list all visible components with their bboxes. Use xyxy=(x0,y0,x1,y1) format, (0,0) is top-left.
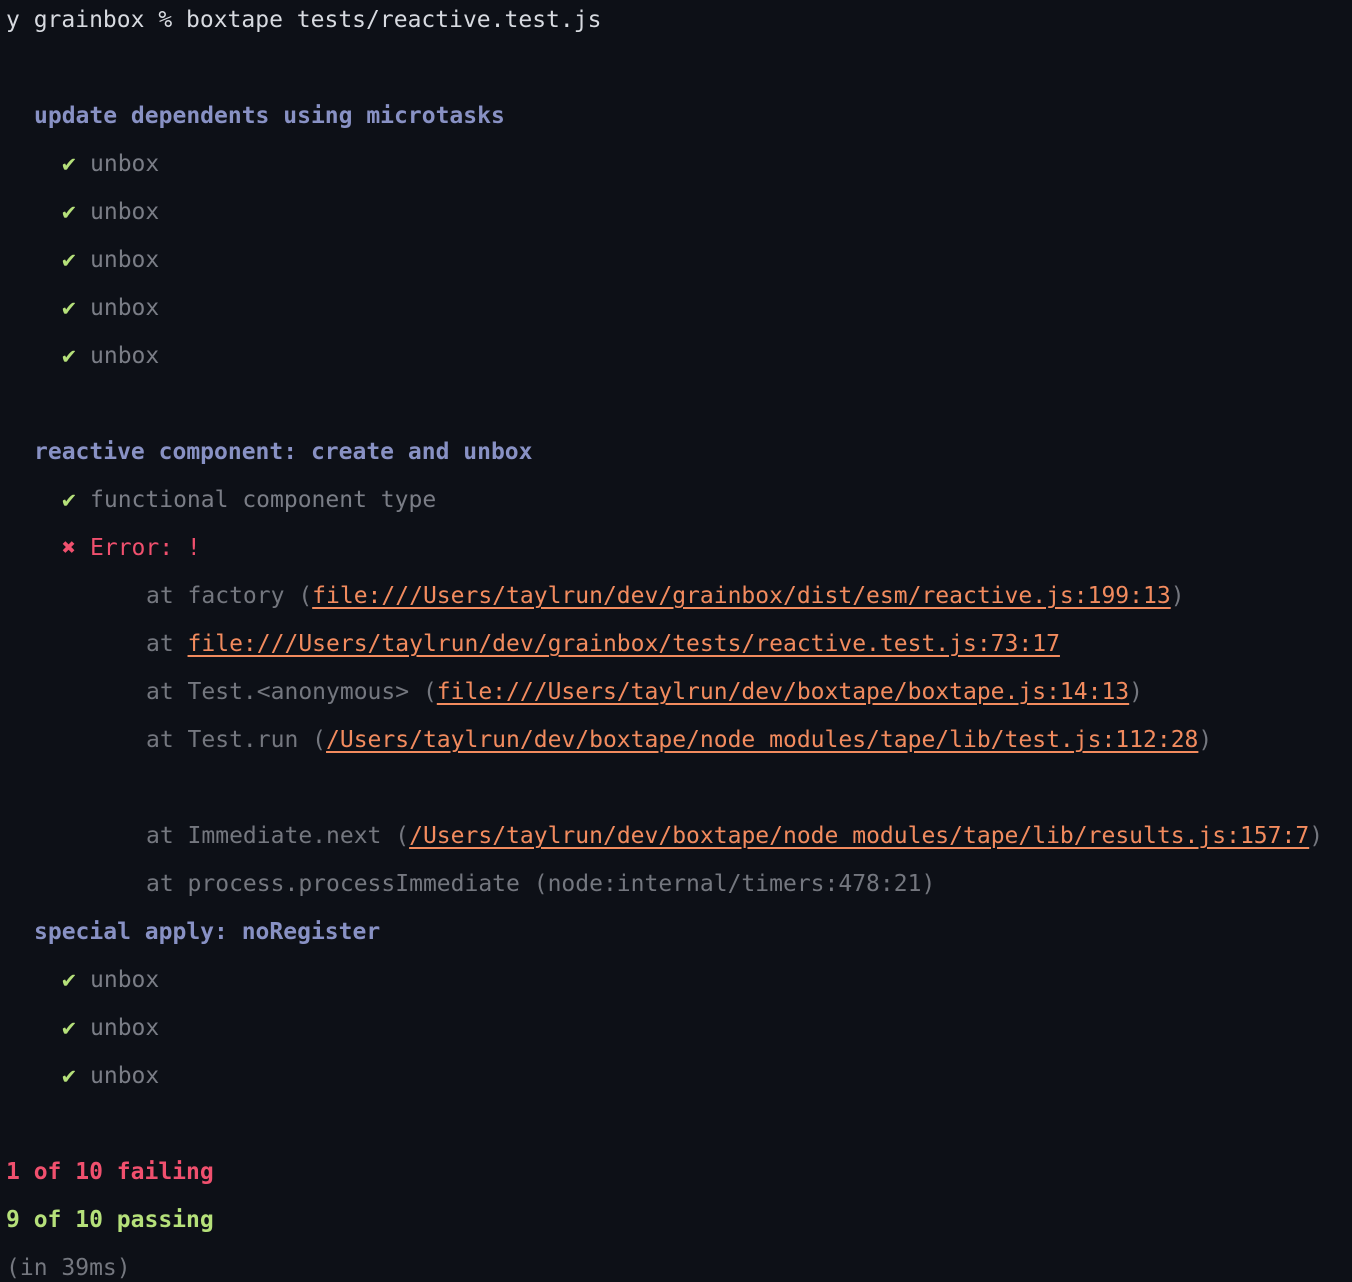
test-name: unbox xyxy=(90,151,160,177)
test-name: unbox xyxy=(90,1063,160,1089)
test-result: ✔ unbox xyxy=(62,332,159,380)
check-icon: ✔ xyxy=(62,487,76,513)
stack-frame-suffix: ) xyxy=(1198,727,1213,753)
stack-frame-prefix: at Test.run ( xyxy=(146,727,327,753)
test-result-failed: ✖ Error: ! xyxy=(62,524,201,572)
check-icon: ✔ xyxy=(62,1015,76,1041)
check-icon: ✔ xyxy=(62,343,76,369)
test-name: unbox xyxy=(90,199,160,225)
test-name: unbox xyxy=(90,343,160,369)
check-icon: ✔ xyxy=(62,967,76,993)
test-result: ✔ unbox xyxy=(62,140,159,188)
cross-icon: ✖ xyxy=(62,535,76,561)
stack-frame: at Test.<anonymous> (file:///Users/taylr… xyxy=(146,668,1143,716)
stack-frame-link[interactable]: file:///Users/taylrun/dev/boxtape/boxtap… xyxy=(437,679,1129,705)
failing-summary: 1 of 10 failing xyxy=(6,1159,214,1185)
test-result: ✔ unbox xyxy=(62,1052,159,1100)
stack-frame-prefix: at Immediate.next ( xyxy=(146,823,410,849)
stack-frame: at file:///Users/taylrun/dev/grainbox/te… xyxy=(146,620,1060,668)
test-result: ✔ unbox xyxy=(62,188,159,236)
test-name: unbox xyxy=(90,247,160,273)
test-result: ✔ unbox xyxy=(62,236,159,284)
test-group-title: reactive component: create and unbox xyxy=(34,439,533,465)
stack-frame-suffix: ) xyxy=(1309,823,1324,849)
check-icon: ✔ xyxy=(62,295,76,321)
check-icon: ✔ xyxy=(62,247,76,273)
stack-frame-prefix: at Test.<anonymous> ( xyxy=(146,679,437,705)
terminal-window: y grainbox % boxtape tests/reactive.test… xyxy=(0,0,1352,1282)
test-name: unbox xyxy=(90,295,160,321)
error-message: Error: ! xyxy=(90,535,201,561)
timing-summary: (in 39ms) xyxy=(6,1255,131,1281)
stack-frame-prefix: at xyxy=(146,631,188,657)
test-name: unbox xyxy=(90,967,160,993)
command-prompt: y grainbox % boxtape tests/reactive.test… xyxy=(6,7,602,33)
stack-frame-prefix: at process.processImmediate (node:intern… xyxy=(146,871,936,897)
test-result: ✔ functional component type xyxy=(62,476,436,524)
test-result: ✔ unbox xyxy=(62,956,159,1004)
stack-frame-link[interactable]: /Users/taylrun/dev/boxtape/node_modules/… xyxy=(409,823,1309,849)
stack-frame-link[interactable]: /Users/taylrun/dev/boxtape/node_modules/… xyxy=(326,727,1198,753)
test-result: ✔ unbox xyxy=(62,1004,159,1052)
stack-frame-prefix: at factory ( xyxy=(146,583,313,609)
stack-frame: at factory (file:///Users/taylrun/dev/gr… xyxy=(146,572,1185,620)
test-result: ✔ unbox xyxy=(62,284,159,332)
test-name: unbox xyxy=(90,1015,160,1041)
stack-frame: at Immediate.next (/Users/taylrun/dev/bo… xyxy=(146,812,1323,860)
test-group-title: update dependents using microtasks xyxy=(34,103,505,129)
check-icon: ✔ xyxy=(62,1063,76,1089)
check-icon: ✔ xyxy=(62,151,76,177)
check-icon: ✔ xyxy=(62,199,76,225)
passing-summary: 9 of 10 passing xyxy=(6,1207,214,1233)
test-group-title: special apply: noRegister xyxy=(34,919,381,945)
stack-frame: at process.processImmediate (node:intern… xyxy=(146,860,935,908)
stack-frame-suffix: ) xyxy=(1170,583,1185,609)
stack-frame-link[interactable]: file:///Users/taylrun/dev/grainbox/tests… xyxy=(188,631,1060,657)
stack-frame-link[interactable]: file:///Users/taylrun/dev/grainbox/dist/… xyxy=(312,583,1171,609)
test-name: functional component type xyxy=(90,487,437,513)
stack-frame-suffix: ) xyxy=(1129,679,1144,705)
stack-frame: at Test.run (/Users/taylrun/dev/boxtape/… xyxy=(146,716,1212,764)
